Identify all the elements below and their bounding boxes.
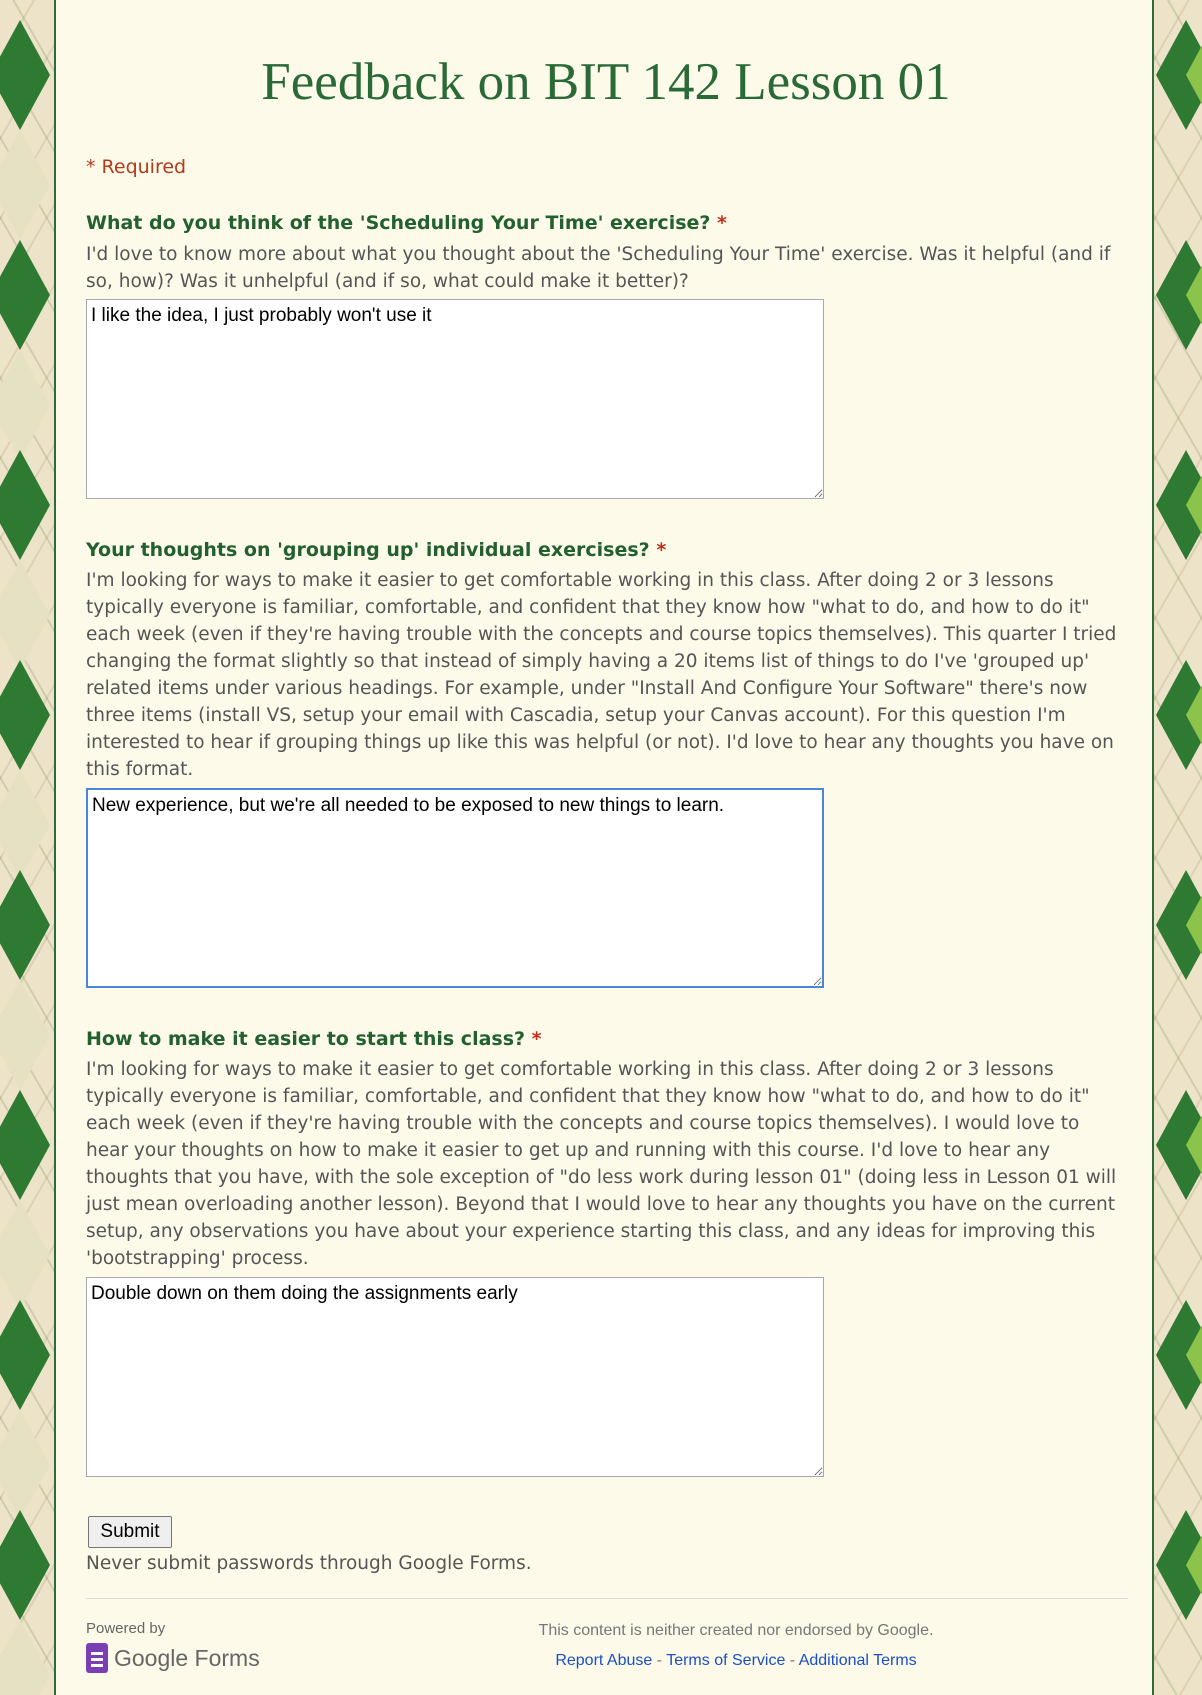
footer-links: Report Abuse - Terms of Service - Additi…: [476, 1652, 996, 1670]
question-2-answer-field[interactable]: New experience, but we're all needed to …: [86, 788, 824, 988]
required-star: *: [656, 539, 667, 561]
google-forms-logo-text: Google Forms: [114, 1644, 260, 1671]
question-2-title: Your thoughts on 'grouping up' individua…: [86, 539, 666, 561]
submit-button[interactable]: Submit: [88, 1516, 172, 1548]
form-sheet: Feedback on BIT 142 Lesson 01 * Required…: [54, 0, 1154, 1695]
report-abuse-link[interactable]: Report Abuse: [555, 1652, 652, 1669]
question-3-answer-field[interactable]: Double down on them doing the assignment…: [86, 1277, 824, 1477]
link-separator: -: [652, 1652, 667, 1669]
question-1-answer-field[interactable]: I like the idea, I just probably won't u…: [86, 299, 824, 499]
right-argyle-background: [1156, 0, 1202, 1695]
required-star: *: [531, 1028, 542, 1050]
required-star: *: [717, 212, 727, 234]
powered-by-label: Powered by: [86, 1620, 166, 1637]
question-2-help: I'm looking for ways to make it easier t…: [86, 570, 1117, 780]
terms-of-service-link[interactable]: Terms of Service: [666, 1652, 785, 1669]
question-1-title: What do you think of the 'Scheduling You…: [86, 212, 727, 234]
additional-terms-link[interactable]: Additional Terms: [799, 1652, 917, 1669]
link-separator: -: [785, 1652, 799, 1669]
question-3-title: How to make it easier to start this clas…: [86, 1028, 542, 1050]
password-warning: Never submit passwords through Google Fo…: [86, 1553, 532, 1574]
left-argyle-background: [0, 0, 56, 1695]
form-title: Feedback on BIT 142 Lesson 01: [261, 53, 951, 111]
required-note: * Required: [86, 156, 187, 178]
question-3-help: I'm looking for ways to make it easier t…: [86, 1059, 1117, 1269]
question-1-title-text: What do you think of the 'Scheduling You…: [86, 212, 711, 234]
google-forms-logo[interactable]: Google Forms: [86, 1642, 260, 1674]
question-2-title-text: Your thoughts on 'grouping up' individua…: [86, 539, 650, 561]
question-3-title-text: How to make it easier to start this clas…: [86, 1028, 526, 1050]
footer-disclaimer: This content is neither created nor endo…: [538, 1622, 934, 1639]
google-forms-icon: [86, 1643, 108, 1673]
footer-divider: [86, 1598, 1128, 1599]
question-1-help: I'd love to know more about what you tho…: [86, 244, 1111, 292]
